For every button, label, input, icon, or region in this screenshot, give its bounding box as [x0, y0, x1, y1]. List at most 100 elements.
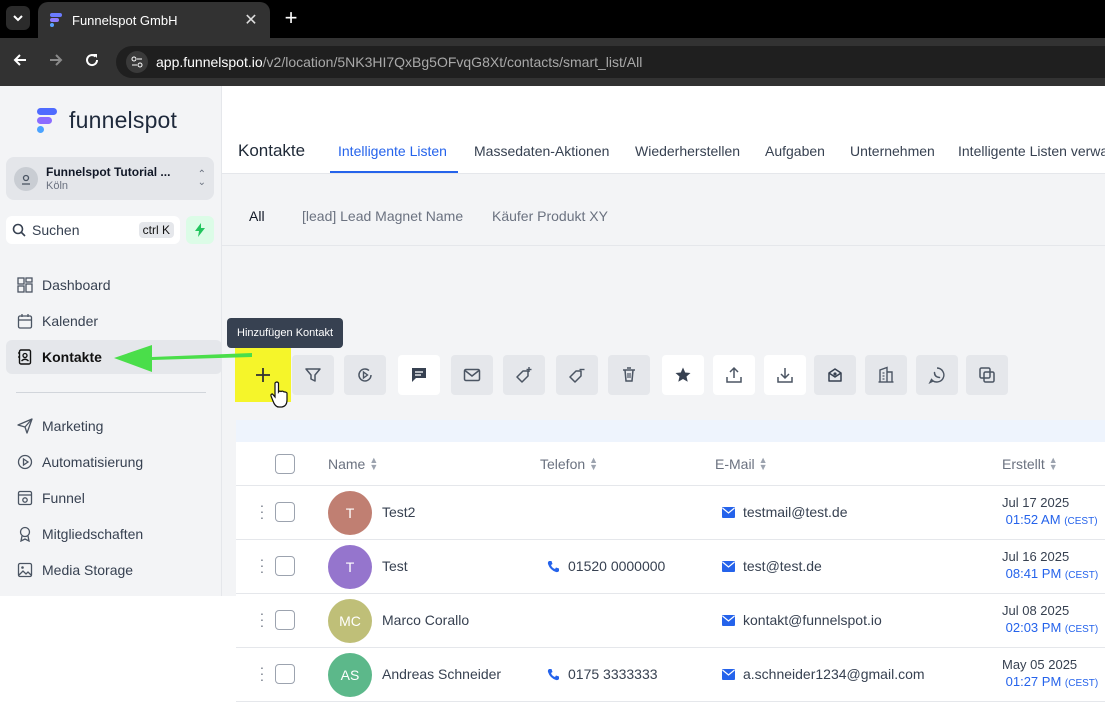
- import-button[interactable]: [764, 355, 806, 395]
- search-button[interactable]: Suchen ctrl K: [6, 216, 180, 244]
- mail-icon: [722, 668, 735, 680]
- funnelspot-logo-icon: [37, 108, 57, 133]
- whatsapp-button[interactable]: [916, 355, 958, 395]
- filter-button[interactable]: [292, 355, 334, 395]
- dashboard-icon: [16, 276, 34, 294]
- time-text: 01:52 AM: [1005, 512, 1061, 527]
- address-bar[interactable]: app.funnelspot.io/v2/location/5NK3HI7QxB…: [116, 46, 1105, 78]
- column-header-name[interactable]: Name ▲ ▼: [328, 456, 378, 473]
- subscription-button[interactable]: [814, 355, 856, 395]
- chat-icon: [412, 368, 426, 382]
- row-checkbox[interactable]: [275, 502, 295, 522]
- url-path: /v2/location/5NK3HI7QxBg5OFvqG8Xt/contac…: [262, 54, 643, 70]
- green-arrow-annotation-icon: [114, 345, 252, 372]
- tab-intelligente-listen-verwalten[interactable]: Intelligente Listen verwa: [958, 143, 1105, 159]
- table-header: Name ▲ ▼ Telefon ▲ ▼ E-Mail ▲ ▼ Erstellt ▲ ▼: [236, 442, 1105, 486]
- new-tab-button[interactable]: +: [280, 6, 302, 30]
- sidebar-item-kalender[interactable]: Kalender: [6, 304, 222, 338]
- quick-actions-button[interactable]: [186, 216, 214, 244]
- reload-button[interactable]: [80, 50, 104, 74]
- sidebar-item-funnel[interactable]: Funnel: [6, 481, 222, 515]
- smart-list-tab-all[interactable]: All: [249, 208, 265, 224]
- sidebar-item-dashboard[interactable]: Dashboard: [6, 268, 222, 302]
- browser-tab[interactable]: Funnelspot GmbH ✕: [38, 2, 270, 38]
- tab-search-button[interactable]: [6, 6, 30, 30]
- upload-icon: [726, 366, 742, 383]
- row-menu-icon[interactable]: · · ·: [259, 498, 265, 524]
- delete-button[interactable]: [608, 355, 650, 395]
- copy-icon: [979, 367, 995, 383]
- smart-list-tab-lead-magnet[interactable]: [lead] Lead Magnet Name: [302, 208, 463, 224]
- date-text: Jul 08 2025: [1002, 603, 1070, 618]
- add-to-automation-button[interactable]: [344, 355, 386, 395]
- send-sms-button[interactable]: [398, 355, 440, 395]
- add-tag-button[interactable]: [503, 355, 545, 395]
- sidebar-item-marketing[interactable]: Marketing: [6, 409, 222, 443]
- send-email-button[interactable]: [451, 355, 493, 395]
- tab-title: Funnelspot GmbH: [72, 12, 178, 28]
- account-switcher[interactable]: Funnelspot Tutorial ... Köln ⌃ ⌄: [6, 157, 214, 200]
- tab-unternehmen[interactable]: Unternehmen: [850, 143, 935, 159]
- tab-wiederherstellen[interactable]: Wiederherstellen: [635, 143, 740, 159]
- sidebar-item-mitgliedschaften[interactable]: Mitgliedschaften: [6, 517, 222, 551]
- contact-phone[interactable]: 0175 3333333: [547, 666, 658, 682]
- column-header-email[interactable]: E-Mail ▲ ▼: [715, 456, 768, 473]
- created-date: May 05 2025 01:27 PM (CEST): [1002, 656, 1098, 692]
- contact-email[interactable]: test@test.de: [722, 558, 822, 574]
- contacts-icon: [16, 348, 34, 366]
- site-info-icon[interactable]: [126, 51, 148, 73]
- table-row[interactable]: · · · MC Marco Corallo kontakt@funnelspot.…: [236, 594, 1105, 648]
- contact-name[interactable]: Test: [382, 558, 408, 574]
- search-label: Suchen: [32, 222, 80, 238]
- company-button[interactable]: [865, 355, 907, 395]
- email-text: kontakt@funnelspot.io: [743, 612, 882, 628]
- tab-intelligente-listen[interactable]: Intelligente Listen: [338, 143, 447, 159]
- back-button[interactable]: [8, 50, 32, 74]
- sidebar-item-label: Dashboard: [42, 277, 111, 293]
- merge-button[interactable]: [966, 355, 1008, 395]
- email-text: testmail@test.de: [743, 504, 848, 520]
- trash-icon: [623, 367, 635, 382]
- contact-email[interactable]: a.schneider1234@gmail.com: [722, 666, 925, 682]
- tab-aufgaben[interactable]: Aufgaben: [765, 143, 825, 159]
- sort-icon: ▲ ▼: [589, 455, 599, 472]
- tab-massedaten-aktionen[interactable]: Massedaten-Aktionen: [474, 143, 609, 159]
- contact-email[interactable]: testmail@test.de: [722, 504, 847, 520]
- sidebar-item-automatisierung[interactable]: Automatisierung: [6, 445, 222, 479]
- time-text: 02:03 PM: [1005, 620, 1062, 635]
- row-menu-icon[interactable]: · · ·: [259, 552, 265, 578]
- close-tab-icon[interactable]: ✕: [242, 10, 260, 30]
- chevron-down-icon: [13, 15, 23, 22]
- contact-email[interactable]: kontakt@funnelspot.io: [722, 612, 882, 628]
- table-row[interactable]: · · · AS Andreas Schneider 0175 3333333 a.…: [236, 648, 1105, 702]
- column-label: E-Mail: [715, 456, 755, 472]
- membership-icon: [16, 525, 34, 543]
- contact-phone[interactable]: 01520 0000000: [547, 558, 665, 574]
- account-name: Funnelspot Tutorial ...: [46, 165, 171, 179]
- contact-name[interactable]: Andreas Schneider: [382, 666, 501, 682]
- arrow-left-icon: [13, 54, 26, 66]
- table-row[interactable]: · · · T Test 01520 0000000 test@test.de Ju…: [236, 540, 1105, 594]
- mail-icon: [463, 368, 481, 382]
- column-header-erstellt[interactable]: Erstellt ▲ ▼: [1002, 456, 1058, 473]
- send-review-request-button[interactable]: [662, 355, 704, 395]
- row-menu-icon[interactable]: · · ·: [259, 606, 265, 632]
- export-button[interactable]: [713, 355, 755, 395]
- row-checkbox[interactable]: [275, 556, 295, 576]
- timezone-text: (CEST): [1064, 516, 1098, 527]
- row-menu-icon[interactable]: · · ·: [259, 660, 265, 686]
- sidebar-item-media-storage[interactable]: Media Storage: [6, 553, 222, 587]
- contact-name[interactable]: Marco Corallo: [382, 612, 469, 628]
- funnelspot-logo[interactable]: funnelspot: [33, 104, 177, 136]
- row-checkbox[interactable]: [275, 610, 295, 630]
- column-label: Erstellt: [1002, 456, 1045, 472]
- table-row[interactable]: · · · T Test2 testmail@test.de Jul 17 2025…: [236, 486, 1105, 540]
- remove-tag-button[interactable]: [556, 355, 598, 395]
- row-checkbox[interactable]: [275, 664, 295, 684]
- select-all-checkbox[interactable]: [275, 454, 295, 474]
- smart-list-tab-kaeufer[interactable]: Käufer Produkt XY: [492, 208, 608, 224]
- contact-name[interactable]: Test2: [382, 504, 415, 520]
- smart-tabs-divider: [222, 245, 1105, 246]
- column-header-telefon[interactable]: Telefon ▲ ▼: [540, 455, 599, 473]
- forward-button[interactable]: [44, 50, 68, 74]
